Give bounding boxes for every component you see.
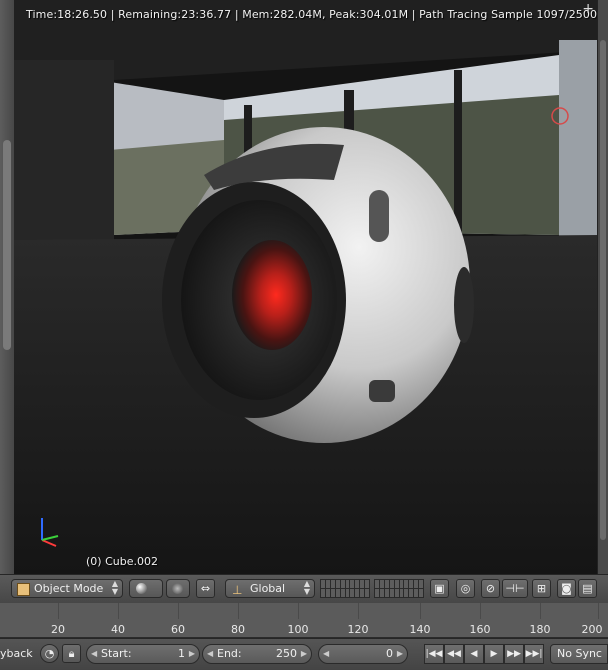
timeline-ruler[interactable]: 20 40 60 80 100 120 140 160 180 200 [0,603,608,638]
timeline-header: yback ◔ 🔒︎ ◀ Start: 1 ▶ ◀ End: 250 ▶ ◀ 0… [0,638,608,670]
sync-mode-select[interactable]: No Sync [550,644,608,664]
side-slot [369,190,389,242]
start-label: Start: [101,647,132,660]
manipulator-toggle[interactable]: ⇔ [196,579,215,598]
active-object-label: (0) Cube.002 [86,555,158,568]
snap-icon[interactable]: ⊘ [481,579,500,598]
right-scroll-handle[interactable] [600,40,606,540]
object-mode-icon [17,583,30,596]
lock-icon[interactable]: 🔒︎ [62,644,81,663]
pivot-point-select[interactable] [166,579,190,598]
play-icon[interactable]: ▶ [484,644,504,664]
tick-label: 60 [171,623,185,636]
rendered-scene [14,0,598,574]
transform-orientation-select[interactable]: ⊥ Global ▲ ▼ [225,579,315,598]
play-reverse-icon[interactable]: ◀ [464,644,484,664]
end-frame-field[interactable]: ◀ End: 250 ▶ [202,644,312,664]
window-pillar [454,70,462,235]
right-region-strip [597,0,608,574]
layer-buttons-a[interactable] [320,579,370,598]
bottom-vent [369,380,395,402]
tick-label: 40 [111,623,125,636]
increment-icon: ▶ [300,649,307,658]
jump-end-icon[interactable]: ▶▶| [524,644,544,664]
decrement-icon: ◀ [91,649,98,658]
viewport-header: Object Mode ▲ ▼ ⇔ ⊥ Global ▲ ▼ ▣ ◎ ⊘ ⊣⊢ ⊞ … [0,574,608,604]
tick-label: 80 [231,623,245,636]
pivot-icon [172,583,183,594]
playback-menu[interactable]: yback [0,647,33,660]
render-anim-icon[interactable]: ▤ [578,579,597,598]
layer-buttons-b[interactable] [374,579,424,598]
side-port [454,267,474,343]
tick-label: 200 [581,623,603,636]
jump-start-icon[interactable]: |◀◀ [424,644,444,664]
right-window [559,40,598,240]
current-frame-field[interactable]: ◀ 0 ▶ [318,644,408,664]
tick-label: 160 [469,623,491,636]
tick-label: 20 [51,623,65,636]
proportional-edit-icon[interactable]: ◎ [456,579,475,598]
tick-label: 120 [347,623,369,636]
lock-layers-icon[interactable]: ▣ [430,579,449,598]
3d-viewport[interactable]: Time:18:26.50 | Remaining:23:36.77 | Mem… [14,0,598,574]
orientation-icon: ⊥ [232,583,243,597]
tick-label: 180 [529,623,551,636]
end-value: 250 [276,647,297,660]
chevron-updown-icon: ▲ ▼ [303,579,310,596]
object-mode-select[interactable]: Object Mode ▲ ▼ [11,579,123,598]
end-label: End: [217,647,242,660]
start-frame-field[interactable]: ◀ Start: 1 ▶ [86,644,200,664]
render-stats: Time:18:26.50 | Remaining:23:36.77 | Mem… [26,8,598,21]
decrement-icon: ◀ [207,649,214,658]
orientation-label: Global [250,582,286,595]
chevron-updown-icon: ▲ ▼ [111,579,118,596]
increment-icon: ▶ [188,649,195,658]
playback-controls: |◀◀ ◀◀ ◀ ▶ ▶▶ ▶▶| [424,644,544,664]
add-region-icon[interactable]: + [582,2,594,16]
current-frame-value: 0 [386,647,393,660]
object-mode-label: Object Mode [34,582,104,595]
solid-shading-icon [136,583,147,594]
jump-keyframe-back-icon[interactable]: ◀◀ [444,644,464,664]
left-scroll-handle[interactable] [3,140,11,350]
increment-icon: ▶ [396,649,403,658]
left-wall [14,60,114,250]
tick-label: 100 [287,623,309,636]
viewport-shading-select[interactable] [129,579,163,598]
tick-label: 140 [409,623,431,636]
decrement-icon: ◀ [323,649,330,658]
red-eye [232,240,312,350]
left-region-strip [0,0,15,574]
render-camera-icon[interactable]: ◙ [557,579,576,598]
start-value: 1 [178,647,185,660]
snap-element-icon[interactable]: ⊣⊢ [502,579,528,598]
snap-target-icon[interactable]: ⊞ [532,579,551,598]
jump-keyframe-forward-icon[interactable]: ▶▶ [504,644,524,664]
keying-clock-icon[interactable]: ◔ [40,644,59,663]
